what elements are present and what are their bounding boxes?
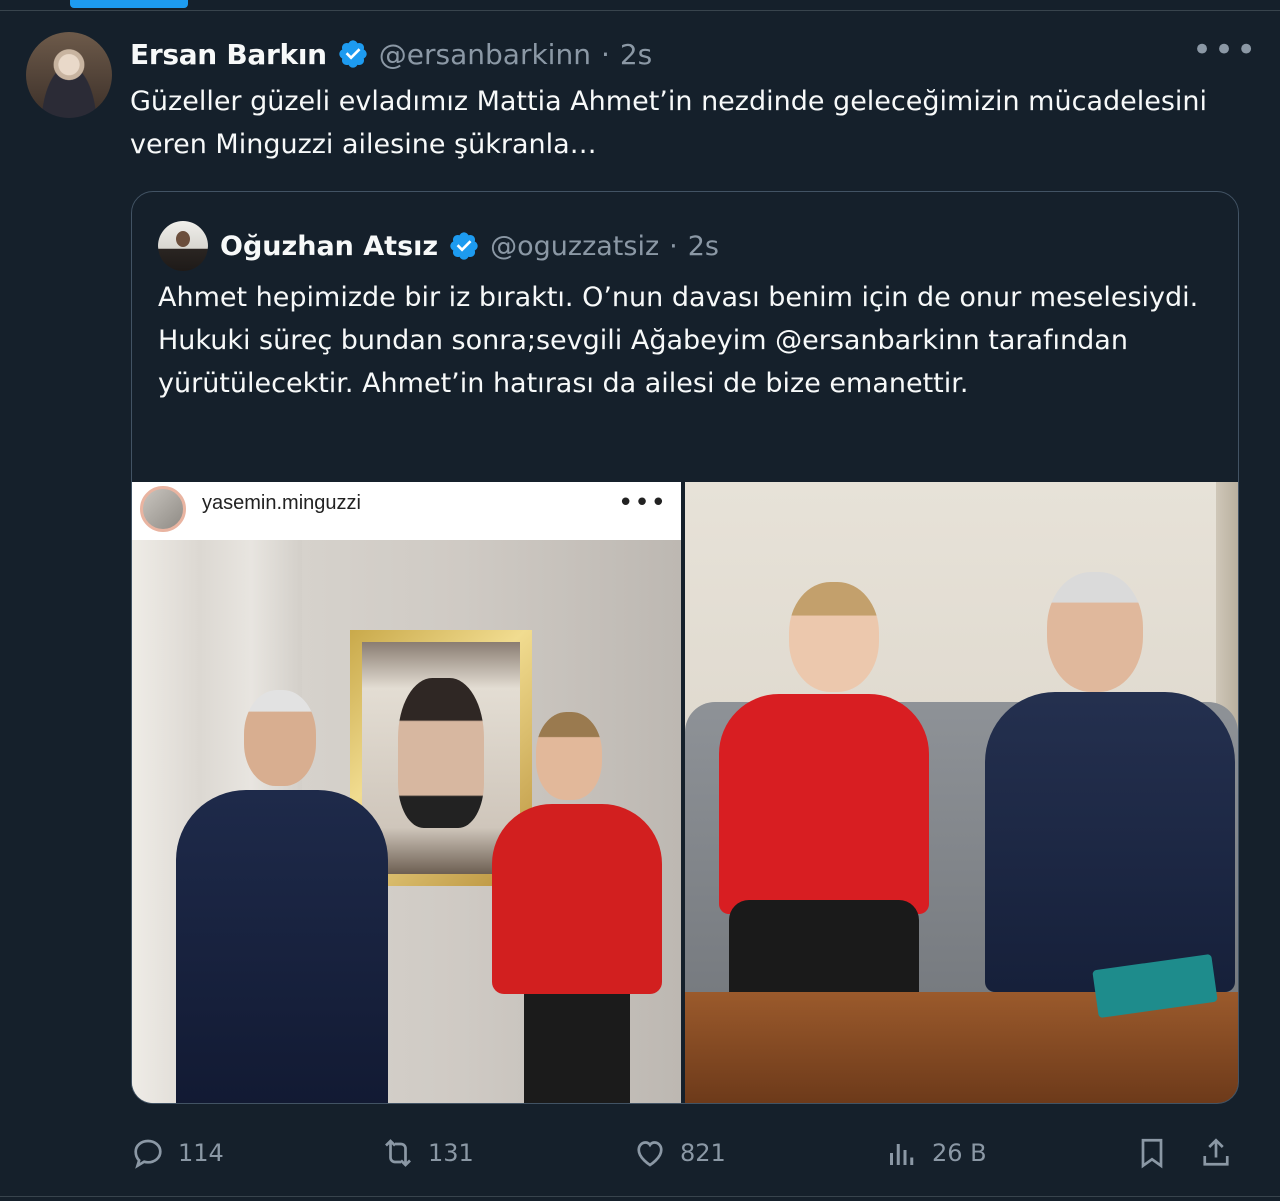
tweet-text: Güzeller güzeli evladımız Mattia Ahmet’i… — [130, 86, 1208, 160]
media-photo-left[interactable]: yasemin.minguzzi ••• — [132, 482, 681, 1103]
instagram-avatar — [140, 486, 186, 532]
woman-head — [536, 712, 602, 800]
woman-body — [719, 694, 929, 914]
quoted-tweet-media[interactable]: yasemin.minguzzi ••• — [132, 482, 1238, 1103]
separator-dot: · — [600, 37, 610, 71]
bookmark-button[interactable] — [1134, 1128, 1170, 1178]
quoted-tweet-text: Ahmet hepimizde bir iz bıraktı. O’nun da… — [158, 282, 1199, 399]
like-button[interactable]: 821 — [632, 1128, 726, 1178]
views-count: 26 B — [932, 1139, 987, 1167]
quoted-author-display-name[interactable]: Oğuzhan Atsız — [220, 231, 438, 262]
tweet-timestamp[interactable]: 2s — [620, 38, 652, 71]
photo-scene-left — [132, 540, 681, 1103]
instagram-header: yasemin.minguzzi ••• — [132, 482, 681, 538]
media-photo-right[interactable] — [685, 482, 1238, 1103]
quoted-author-handle[interactable]: @oguzzatsiz — [490, 231, 659, 262]
quoted-author-avatar[interactable] — [158, 221, 208, 271]
man-body — [176, 790, 388, 1103]
more-horizontal-icon[interactable]: ••• — [1192, 33, 1256, 67]
man-figure — [176, 690, 388, 1103]
instagram-username: yasemin.minguzzi — [202, 492, 361, 514]
woman-body — [492, 804, 662, 994]
tweet-author-row: Ersan Barkın @ersanbarkinn · 2s — [130, 32, 652, 76]
woman-figure — [719, 582, 929, 1032]
heart-icon — [637, 1141, 663, 1167]
retweet-count: 131 — [428, 1139, 474, 1167]
bottom-divider — [0, 1196, 1280, 1197]
woman-legs — [524, 994, 630, 1103]
man-head — [1047, 572, 1143, 692]
share-button[interactable] — [1198, 1128, 1234, 1178]
instagram-more-icon: ••• — [617, 488, 667, 518]
man-body — [985, 692, 1235, 992]
views-icon — [890, 1144, 914, 1165]
author-avatar[interactable] — [26, 32, 112, 118]
top-divider — [0, 10, 1280, 11]
share-icon — [1203, 1138, 1229, 1166]
separator-dot: · — [669, 230, 678, 262]
active-tab-indicator — [70, 0, 188, 8]
quoted-tweet-card[interactable]: Oğuzhan Atsız @oguzzatsiz · 2s Ahmet hep… — [131, 191, 1239, 1104]
like-count: 821 — [680, 1139, 726, 1167]
retweet-icon — [385, 1139, 411, 1167]
retweet-button[interactable]: 131 — [380, 1128, 474, 1178]
quoted-tweet-timestamp[interactable]: 2s — [688, 231, 719, 262]
woman-head — [789, 582, 879, 692]
author-display-name[interactable]: Ersan Barkın — [130, 38, 327, 71]
verified-badge-icon — [450, 232, 478, 260]
views-button[interactable]: 26 B — [884, 1128, 987, 1178]
quoted-author-row: Oğuzhan Atsız @oguzzatsiz · 2s — [158, 221, 719, 271]
tweet-actions-bar: 114 131 821 26 B — [0, 1128, 1280, 1178]
portrait-figure — [398, 678, 484, 828]
reply-count: 114 — [178, 1139, 224, 1167]
reply-button[interactable]: 114 — [130, 1128, 224, 1178]
author-handle[interactable]: @ersanbarkinn — [379, 38, 591, 71]
bookmark-icon — [1141, 1138, 1163, 1169]
man-head — [244, 690, 316, 786]
verified-badge-icon — [339, 40, 367, 68]
reply-icon — [134, 1139, 162, 1169]
woman-figure — [492, 712, 662, 1103]
